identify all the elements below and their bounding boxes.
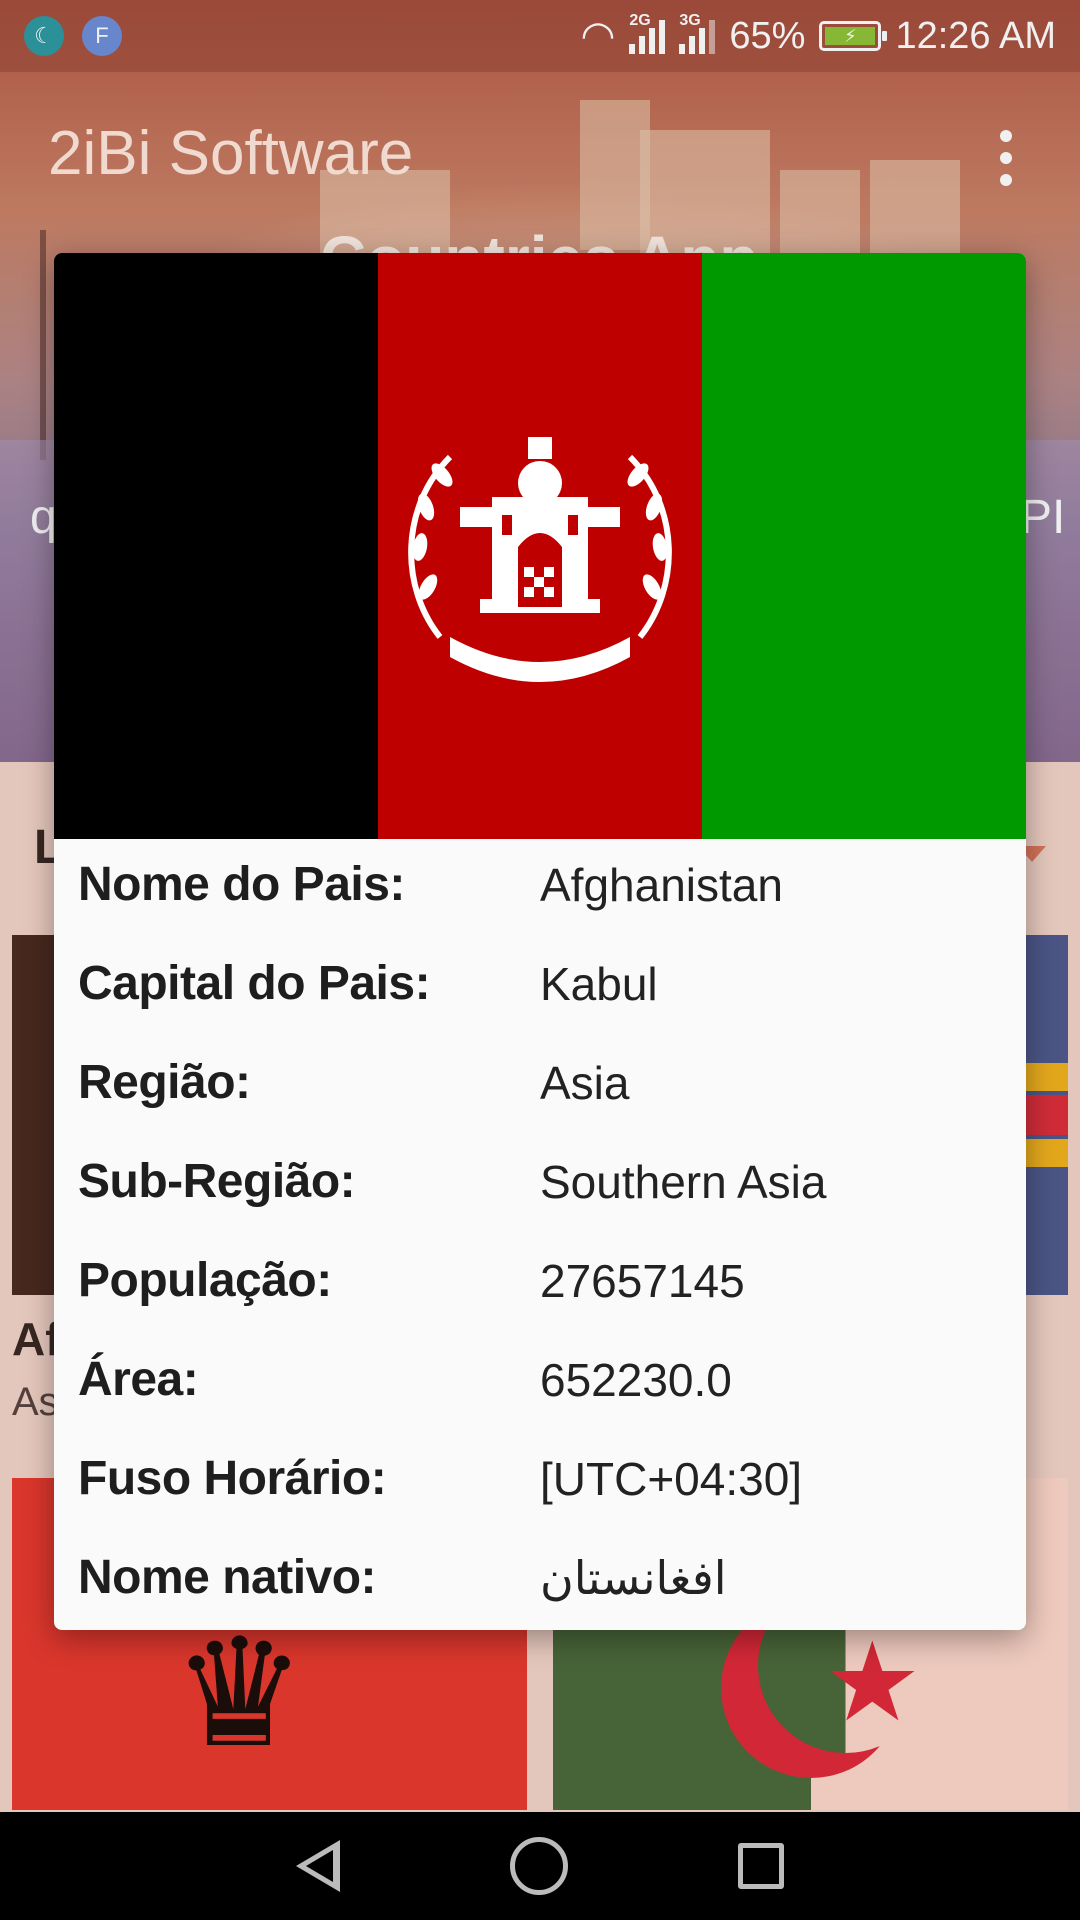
info-value: Kabul bbox=[540, 957, 658, 1010]
country-flag bbox=[54, 253, 1026, 839]
info-label: Sub-Região: bbox=[78, 1155, 356, 1208]
info-row-name: Nome do Pais: Afghanistan bbox=[78, 835, 1026, 934]
recents-icon[interactable] bbox=[738, 1843, 784, 1889]
info-label: Fuso Horário: bbox=[78, 1452, 387, 1505]
info-value: Southern Asia bbox=[540, 1155, 827, 1208]
info-row-population: População: 27657145 bbox=[78, 1231, 1026, 1330]
info-row-area: Área: 652230.0 bbox=[78, 1330, 1026, 1429]
flag-band-green bbox=[702, 253, 1026, 839]
info-value: [UTC+04:30] bbox=[540, 1452, 803, 1505]
info-label: População: bbox=[78, 1254, 332, 1307]
info-row-region: Região: Asia bbox=[78, 1033, 1026, 1132]
info-label: Capital do Pais: bbox=[78, 957, 431, 1010]
info-value: افغانستان bbox=[540, 1551, 727, 1604]
system-nav-bar bbox=[0, 1812, 1080, 1920]
info-row-capital: Capital do Pais: Kabul bbox=[78, 934, 1026, 1033]
info-row-native-name: Nome nativo: افغانستان bbox=[78, 1528, 1026, 1627]
country-info-list: Nome do Pais: Afghanistan Capital do Pai… bbox=[54, 835, 1026, 1627]
info-label: Nome do Pais: bbox=[78, 858, 405, 911]
info-label: Região: bbox=[78, 1056, 251, 1109]
info-row-subregion: Sub-Região: Southern Asia bbox=[78, 1132, 1026, 1231]
info-value: 652230.0 bbox=[540, 1353, 732, 1406]
flag-emblem-icon bbox=[408, 437, 672, 682]
info-label: Área: bbox=[78, 1353, 199, 1406]
info-value: Asia bbox=[540, 1056, 630, 1109]
flag-band-black bbox=[54, 253, 378, 839]
info-row-timezone: Fuso Horário: [UTC+04:30] bbox=[78, 1429, 1026, 1528]
info-label: Nome nativo: bbox=[78, 1551, 377, 1604]
info-value: Afghanistan bbox=[540, 858, 783, 911]
back-icon[interactable] bbox=[296, 1840, 340, 1892]
info-value: 27657145 bbox=[540, 1254, 745, 1307]
country-detail-dialog: Nome do Pais: Afghanistan Capital do Pai… bbox=[54, 253, 1026, 1630]
home-icon[interactable] bbox=[510, 1837, 568, 1895]
